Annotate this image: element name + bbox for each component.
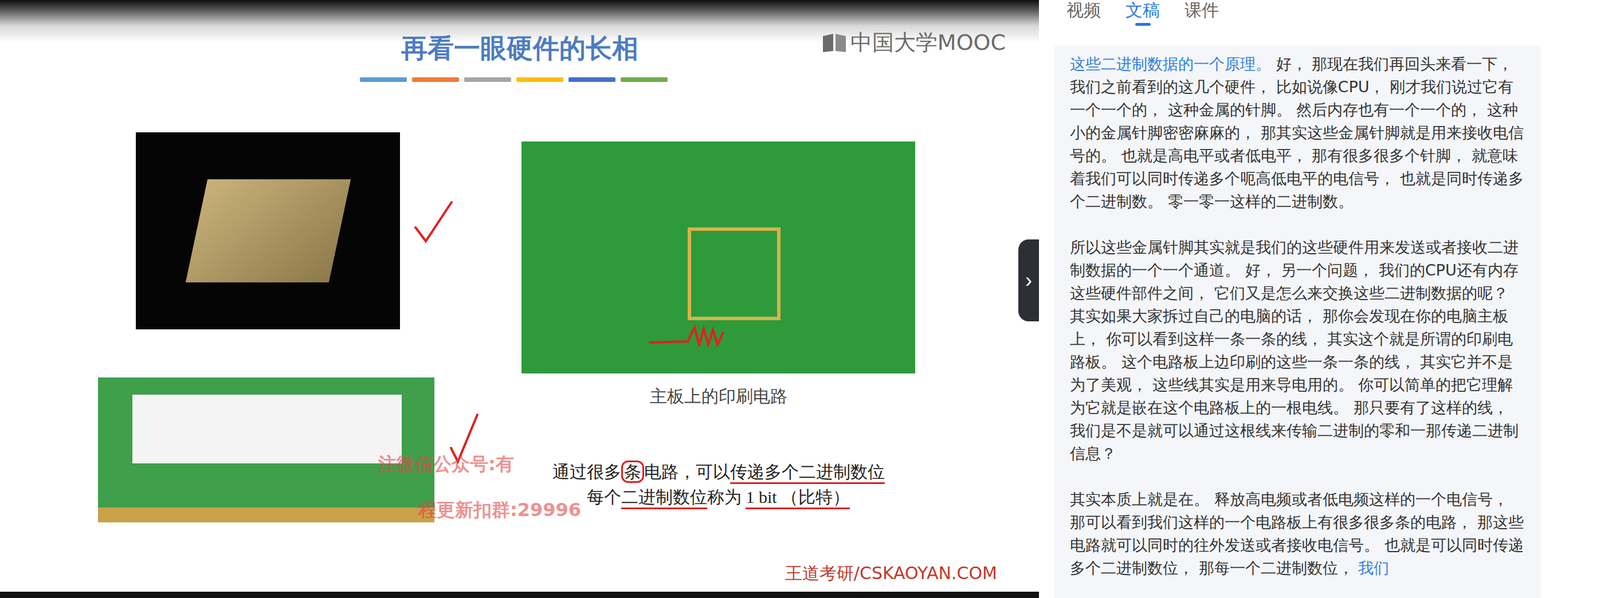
transcript-sentence[interactable]: 好， 那现在我们再回头来看一下， 我们之前看到的这几个硬件， 比如说像CPU， …	[1069, 55, 1524, 211]
ram-pins	[97, 507, 435, 523]
note-text: 称为	[707, 487, 747, 508]
note-text: 传递多个二进制数位	[730, 462, 885, 485]
slide-header: 再看一眼硬件的长相 中国大学MOOC	[0, 0, 1039, 66]
cpu-photo	[135, 132, 400, 330]
tab[interactable]: 课件	[1184, 0, 1219, 46]
note-text: 二进制数位	[621, 487, 708, 510]
ram-label	[132, 394, 402, 464]
right-column: 主板上的印刷电路通过很多条电路，可以传递多个二进制数位每个二进制数位称为 1 b…	[521, 81, 916, 523]
checkmark-icon	[448, 412, 480, 465]
logo-text: 中国大学MOOC	[850, 28, 1006, 58]
accent-bar	[359, 77, 407, 82]
tab-bar: 视频文稿课件	[1038, 0, 1600, 46]
slide: 再看一眼硬件的长相 中国大学MOOC 主板上的印刷电路通过很多条电路，可以传递多个二…	[0, 0, 1039, 598]
checkmark-icon	[413, 198, 454, 245]
mooc-logo: 中国大学MOOC	[821, 28, 1006, 58]
slide-footer: 王道考研/CSKAOYAN.COM	[785, 562, 998, 586]
accent-bar	[464, 77, 512, 82]
slide-title: 再看一眼硬件的长相	[401, 31, 639, 66]
transcript-sentence[interactable]: 其实本质上就是在。 释放高电频或者低电频这样的一个电信号， 那可以看到我们这样的…	[1069, 490, 1524, 578]
book-icon	[821, 32, 847, 54]
panel-toggle[interactable]: ›	[1018, 239, 1039, 322]
note-text: 每个	[586, 487, 622, 508]
tab[interactable]: 视频	[1066, 0, 1101, 46]
note-text: 通过很多	[552, 462, 622, 483]
ram-photo	[97, 377, 435, 523]
accent-bar	[568, 77, 616, 82]
slide-body: 主板上的印刷电路通过很多条电路，可以传递多个二进制数位每个二进制数位称为 1 b…	[0, 81, 1039, 523]
pcb-photo	[521, 141, 916, 374]
pcb-caption: 主板上的印刷电路	[649, 385, 788, 409]
watermark-line: 注微信公众号:有	[378, 452, 582, 476]
note-line: 每个二进制数位称为 1 bit （比特）	[586, 484, 850, 511]
pcb-chip	[687, 227, 781, 321]
cpu-chip	[185, 179, 351, 283]
squiggle-icon	[647, 324, 727, 347]
watermark-line: 程更新扣群:29996	[418, 498, 582, 522]
transcript-paragraph: 这些二进制数据的一个原理。 好， 那现在我们再回头来看一下， 我们之前看到的这几…	[1069, 52, 1526, 214]
tab[interactable]: 文稿	[1125, 0, 1160, 46]
note-text: 条	[621, 460, 645, 484]
transcript-sentence[interactable]: 这些二进制数据的一个原理。	[1069, 55, 1272, 73]
transcript-sentence[interactable]: 我们	[1358, 559, 1390, 578]
transcript-paragraph: 所以这些金属针脚其实就是我们的这些硬件用来发送或者接收二进制数据的一个一个通道。…	[1069, 236, 1526, 466]
screen: 再看一眼硬件的长相 中国大学MOOC 主板上的印刷电路通过很多条电路，可以传递多个二…	[0, 0, 1600, 598]
accent-bar	[412, 77, 460, 82]
accent-bar	[516, 77, 564, 82]
accent-bar	[620, 77, 668, 82]
side-panel: 视频文稿课件这些二进制数据的一个原理。 好， 那现在我们再回头来看一下， 我们之…	[1038, 0, 1600, 598]
note-text: 1 bit （比特）	[745, 487, 850, 510]
left-column	[0, 81, 435, 523]
transcript-sentence[interactable]: 所以这些金属针脚其实就是我们的这些硬件用来发送或者接收二进制数据的一个一个通道。…	[1069, 238, 1519, 463]
watermark: 注微信公众号:有程更新扣群:29996	[378, 452, 582, 522]
note-text: 电路，可以	[644, 462, 731, 483]
note-line: 通过很多条电路，可以传递多个二进制数位	[552, 459, 885, 485]
accent-bars	[0, 77, 1039, 82]
slide-notes: 通过很多条电路，可以传递多个二进制数位每个二进制数位称为 1 bit （比特）	[552, 459, 885, 511]
transcript-paragraph: 其实本质上就是在。 释放高电频或者低电频这样的一个电信号， 那可以看到我们这样的…	[1069, 488, 1526, 580]
transcript: 这些二进制数据的一个原理。 好， 那现在我们再回头来看一下， 我们之前看到的这几…	[1054, 45, 1541, 598]
